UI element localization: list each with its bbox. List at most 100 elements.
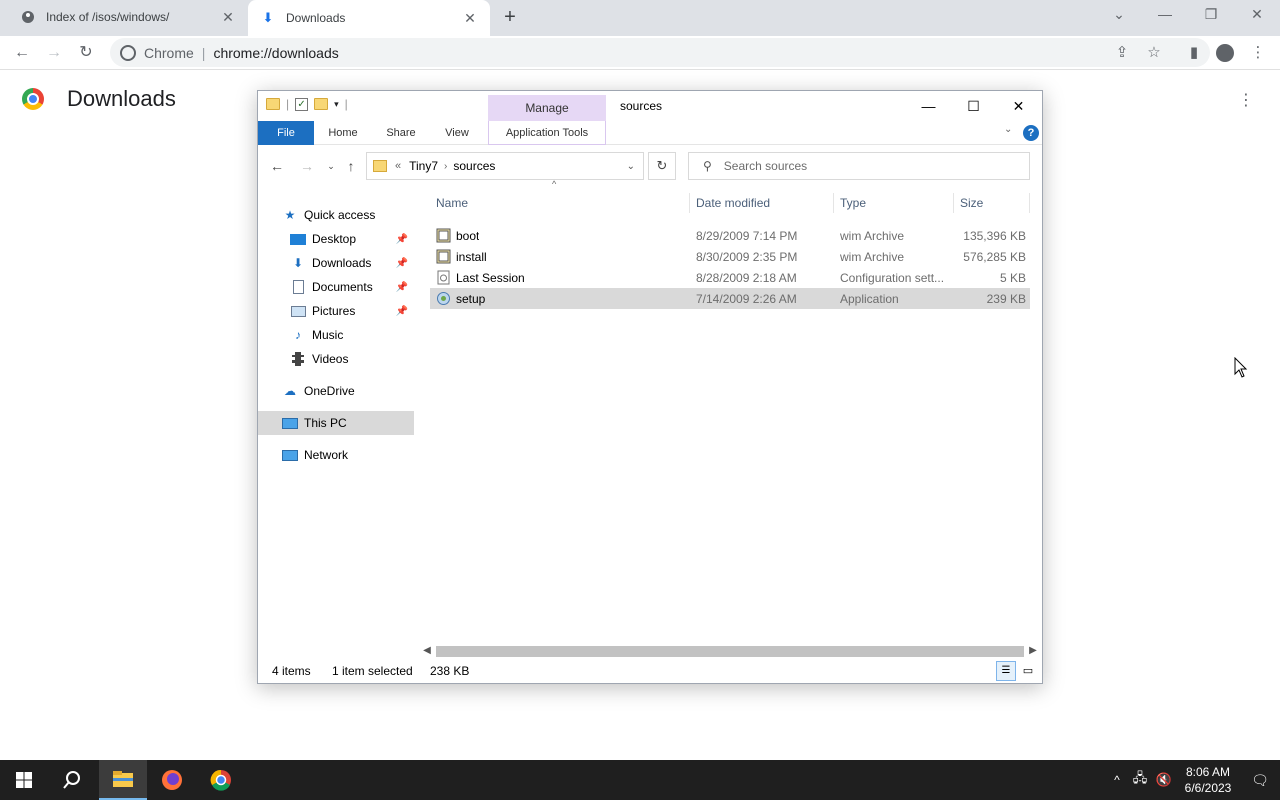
manage-contextual-tab[interactable]: Manage: [488, 95, 606, 121]
column-header-size[interactable]: Size: [954, 193, 1030, 213]
taskbar-clock[interactable]: 8:06 AM 6/6/2023: [1176, 764, 1240, 796]
nav-label: Documents: [312, 280, 373, 294]
chrome-menu-icon[interactable]: ⋮: [1248, 43, 1268, 63]
star-icon: ★: [284, 208, 296, 222]
volume-muted-icon[interactable]: 🔇: [1152, 772, 1176, 788]
nav-downloads[interactable]: ⬇ Downloads 📌: [258, 251, 414, 275]
show-hidden-icons-chevron-icon[interactable]: ^: [1106, 773, 1128, 787]
back-icon[interactable]: ←: [12, 43, 32, 63]
nav-this-pc[interactable]: This PC: [258, 411, 414, 435]
tab-close-icon[interactable]: ✕: [462, 10, 478, 26]
taskbar-search-icon[interactable]: [48, 760, 96, 800]
crumb-separator-icon[interactable]: ›: [444, 161, 447, 172]
tab-close-icon[interactable]: ✕: [220, 9, 236, 25]
details-view-icon[interactable]: ☰: [996, 661, 1016, 681]
clock-date: 6/6/2023: [1184, 781, 1232, 795]
scroll-left-icon[interactable]: ◀: [420, 643, 434, 659]
explorer-maximize-icon[interactable]: ☐: [951, 91, 996, 121]
crumb-tiny7[interactable]: Tiny7: [409, 159, 438, 173]
side-panel-icon[interactable]: ▮: [1184, 43, 1204, 63]
nav-label: Videos: [312, 352, 349, 366]
nav-pictures[interactable]: Pictures 📌: [258, 299, 414, 323]
status-bar: 4 items 1 item selected 238 KB ☰ ▭: [258, 661, 1042, 683]
tab-index-of-isos[interactable]: Index of /isos/windows/ ✕: [8, 0, 248, 34]
file-type: wim Archive: [840, 228, 905, 243]
horizontal-scrollbar[interactable]: ◀ ▶: [420, 643, 1040, 659]
pin-icon[interactable]: 📌: [396, 282, 408, 293]
windows-taskbar: ^ 🖧 🔇 8:06 AM 6/6/2023 🗨: [0, 760, 1280, 800]
close-icon[interactable]: ✕: [1243, 4, 1271, 24]
scrollbar-thumb[interactable]: [436, 646, 1024, 657]
profile-avatar-icon[interactable]: [1215, 43, 1235, 63]
tab-home[interactable]: Home: [318, 121, 368, 145]
forward-icon[interactable]: →: [44, 43, 64, 63]
omnibox[interactable]: Chrome | chrome://downloads: [110, 38, 1210, 67]
ribbon-tabs: File Home Share View Application Tools ⌄…: [258, 121, 1042, 145]
taskbar-chrome-icon[interactable]: [197, 760, 245, 800]
nav-desktop[interactable]: Desktop 📌: [258, 227, 414, 251]
pin-icon[interactable]: 📌: [396, 258, 408, 269]
overflow-crumbs[interactable]: «: [395, 160, 401, 172]
column-header-name[interactable]: Name: [430, 193, 690, 213]
taskbar-file-explorer-icon[interactable]: [99, 760, 147, 800]
properties-icon[interactable]: ✓: [295, 97, 309, 111]
scroll-right-icon[interactable]: ▶: [1026, 643, 1040, 659]
explorer-close-icon[interactable]: ✕: [996, 91, 1041, 121]
network-status-icon[interactable]: 🖧: [1128, 769, 1152, 791]
page-favicon-icon: [20, 9, 36, 25]
crumb-sources[interactable]: sources: [453, 159, 495, 173]
pin-icon[interactable]: 📌: [396, 234, 408, 245]
tab-view[interactable]: View: [432, 121, 482, 145]
explorer-back-icon[interactable]: ←: [268, 157, 286, 175]
file-row-setup[interactable]: setup 7/14/2009 2:26 AM Application 239 …: [430, 288, 1030, 309]
bookmark-star-icon[interactable]: ☆: [1144, 43, 1164, 63]
tab-file[interactable]: File: [258, 121, 314, 145]
tab-downloads[interactable]: ⬇ Downloads ✕: [248, 0, 490, 36]
file-explorer-window: | ✓ ▾ | Manage sources — ☐ ✕ File Home S…: [257, 90, 1043, 684]
address-dropdown-icon[interactable]: ⌄: [627, 161, 635, 172]
explorer-minimize-icon[interactable]: —: [906, 91, 951, 121]
file-row-install[interactable]: install 8/30/2009 2:35 PM wim Archive 57…: [430, 246, 1030, 267]
new-folder-icon[interactable]: [314, 98, 329, 110]
expand-ribbon-chevron-icon[interactable]: ⌄: [1004, 124, 1012, 135]
explorer-title-bar: | ✓ ▾ | Manage sources — ☐ ✕: [258, 91, 1042, 121]
search-box[interactable]: ⚲ Search sources: [688, 152, 1030, 180]
pictures-icon: [290, 303, 306, 319]
reload-icon[interactable]: ↻: [76, 43, 96, 63]
file-row-last-session[interactable]: Last Session 8/28/2009 2:18 AM Configura…: [430, 267, 1030, 288]
column-header-type[interactable]: Type: [834, 193, 954, 213]
minimize-icon[interactable]: —: [1151, 4, 1179, 24]
taskbar-firefox-icon[interactable]: [148, 760, 196, 800]
start-windows-icon[interactable]: [0, 760, 48, 800]
nav-label: This PC: [304, 416, 347, 430]
address-bar[interactable]: « Tiny7 › sources ⌄: [366, 152, 644, 180]
large-icons-view-icon[interactable]: ▭: [1020, 663, 1036, 679]
refresh-icon[interactable]: ↻: [648, 152, 676, 180]
nav-videos[interactable]: Videos: [258, 347, 414, 371]
help-icon[interactable]: ?: [1023, 125, 1039, 141]
explorer-forward-icon[interactable]: →: [298, 157, 316, 175]
nav-onedrive[interactable]: ☁ OneDrive: [258, 379, 414, 403]
column-header-date-modified[interactable]: Date modified: [690, 193, 834, 213]
share-icon[interactable]: ⇪: [1112, 43, 1132, 63]
restore-icon[interactable]: ❐: [1197, 4, 1225, 24]
nav-network[interactable]: Network: [258, 443, 414, 467]
nav-quick-access[interactable]: ★ Quick access: [258, 203, 414, 227]
nav-music[interactable]: ♪ Music: [258, 323, 414, 347]
up-one-level-icon[interactable]: ↑: [342, 157, 360, 175]
folder-icon: [266, 98, 280, 110]
customize-qa-chevron-icon[interactable]: ▾: [334, 99, 339, 110]
tab-search-chevron-icon[interactable]: ⌄: [1105, 4, 1133, 24]
nav-label: Desktop: [312, 232, 357, 246]
recent-locations-chevron-icon[interactable]: ⌄: [322, 157, 340, 175]
file-row-boot[interactable]: boot 8/29/2009 7:14 PM wim Archive 135,3…: [430, 225, 1030, 246]
nav-label: Network: [304, 448, 349, 462]
file-date: 7/14/2009 2:26 AM: [696, 291, 797, 306]
notifications-icon[interactable]: 🗨: [1240, 772, 1280, 789]
downloads-menu-icon[interactable]: ⋮: [1238, 90, 1254, 110]
tab-share[interactable]: Share: [376, 121, 426, 145]
tab-application-tools[interactable]: Application Tools: [488, 121, 606, 145]
pin-icon[interactable]: 📌: [396, 306, 408, 317]
new-tab-button[interactable]: +: [500, 6, 520, 28]
nav-documents[interactable]: Documents 📌: [258, 275, 414, 299]
